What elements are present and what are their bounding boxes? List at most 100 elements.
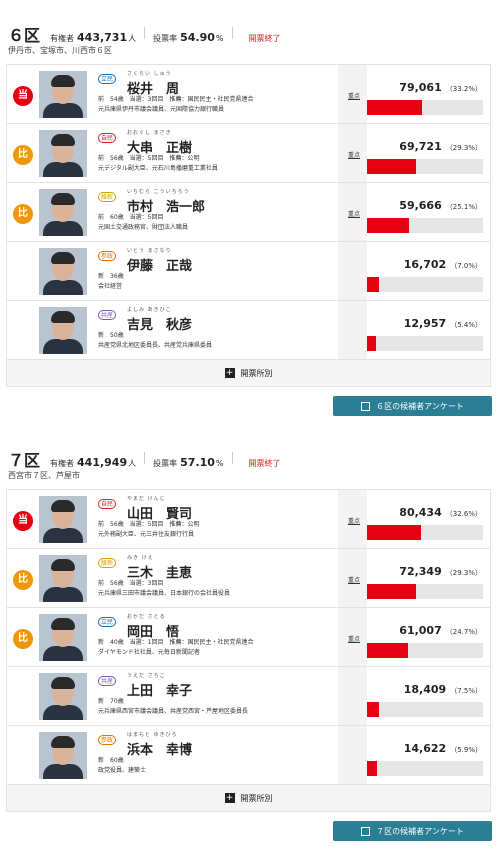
photo-hair [51, 677, 75, 689]
vote-count: 61,007 [399, 624, 442, 637]
document-icon [361, 401, 371, 411]
vote-bar [367, 100, 483, 115]
vote-percentage: （7.5%） [450, 687, 482, 695]
candidate-photo [39, 496, 87, 543]
detail-link[interactable]: 重点 [348, 634, 360, 643]
candidate-furigana: おかだ さとる [127, 614, 166, 620]
district-header: ７区 有権者 441,949 人 投票率 57.10% 開票終了 [0, 447, 499, 470]
vote-bar [367, 525, 483, 540]
candidate-info-line: 元兵庫県三田市議会議員、日本銀行の会社員役員 [98, 590, 231, 597]
candidate-row: 共産 うえだ さちこ 上田 幸子新 70歳 元兵庫県西宮市議会議員、共産党西宮・芦屋地… [7, 667, 490, 726]
party-badge: 共産 [98, 310, 116, 320]
vote-percentage: （29.3%） [445, 144, 482, 152]
tally-by-station-button[interactable]: + 開票所別 [7, 785, 490, 811]
district-section: ７区 有権者 441,949 人 投票率 57.10% 開票終了 西宮市７区、芦屋市当 自民 やま… [0, 447, 499, 841]
district-name: ７区 [8, 451, 41, 470]
photo-body [43, 103, 83, 118]
candidate-info-line: 共産党県北地区委員長、共産党兵庫県委員 [98, 342, 213, 349]
candidate-info: 新 50歳 共産党県北地区委員長、共産党兵庫県委員 [98, 331, 212, 351]
photo-body [43, 705, 83, 720]
party-badge: 立民 [98, 74, 116, 84]
candidate-row: 参政 いとう まさなり 伊藤 正哉新 36歳 会社経営 16,702 （7.0%） [7, 242, 490, 301]
candidate-info: 新 70歳元兵庫県西宮市議会議員、共産党西宮・芦屋地区委員長 [98, 697, 248, 717]
district-header: ６区 有権者 443,731 人 投票率 54.90% 開票終了 [0, 22, 499, 45]
district-areas: 伊丹市、宝塚市、川西市６区 [8, 46, 112, 55]
candidate-survey-button[interactable]: ６区の候補者アンケート [333, 396, 492, 416]
vote-bar-fill [367, 584, 416, 599]
candidate-row: 比維新 みき けえ 三木 圭恵前 56歳 当選：3回目 元兵庫県三田市議会議員、日本銀… [7, 549, 490, 608]
detail-link[interactable]: 重点 [348, 209, 360, 218]
candidate-furigana: おおぐし まさき [127, 130, 172, 136]
tally-label: 開票所別 [240, 793, 273, 803]
candidate-table: 当自民 やまだ けんじ 山田 賢司前 56歳 当選：5回目 推薦：公明 元外務副大臣、… [6, 489, 491, 812]
divider [231, 27, 233, 39]
photo-body [43, 528, 83, 543]
photo-body [43, 646, 83, 661]
vote-percentage: （29.3%） [445, 569, 482, 577]
detail-link[interactable]: 重点 [348, 516, 360, 525]
candidate-row: 参政 はまもと ゆきひろ 浜本 幸博新 60歳 政党役員、建築士 14,622 （5.9%… [7, 726, 490, 785]
photo-hair [51, 75, 75, 87]
candidate-row: 当自民 やまだ けんじ 山田 賢司前 56歳 当選：5回目 推薦：公明 元外務副大臣、… [7, 490, 490, 549]
vote-result: 14,622 （5.9%） [404, 737, 482, 756]
photo-hair [51, 311, 75, 323]
tally-by-station-button[interactable]: + 開票所別 [7, 360, 490, 386]
vote-count: 69,721 [399, 140, 442, 153]
candidate-furigana: いとう まさなり [127, 248, 172, 254]
vote-result: 69,721 （29.3%） [399, 135, 482, 154]
turnout-value: 54.90 [180, 31, 215, 44]
photo-hair [51, 559, 75, 571]
candidate-info: 新 40歳 当選：1回目 推薦：国民民主・社民党県連合 ダイヤモンド社社員、元毎日… [98, 638, 253, 658]
detail-link[interactable]: 重点 [348, 150, 360, 159]
voters-count: 441,949 [77, 456, 128, 469]
photo-hair [51, 736, 75, 748]
candidate-info-line: 元外務副大臣、元三井住友銀行行員 [98, 531, 195, 538]
detail-link[interactable]: 重点 [348, 575, 360, 584]
candidate-info-line: 元国土交通政務官、財団法人職員 [98, 224, 189, 231]
vote-count: 14,622 [403, 742, 447, 755]
candidate-info-line: 新 36歳 [98, 273, 124, 280]
candidate-info: 新 36歳 会社経営 [98, 272, 124, 292]
candidate-row: 比自民 おおぐし まさき 大串 正樹前 56歳 当選：5回目 推薦：公明 元デジタル副… [7, 124, 490, 183]
candidate-photo [39, 732, 87, 779]
photo-hair [51, 500, 75, 512]
candidate-survey-button[interactable]: ７区の候補者アンケート [333, 821, 492, 841]
candidate-photo [39, 307, 87, 354]
detail-column [338, 301, 367, 359]
voters-count: 443,731 [77, 31, 128, 44]
candidate-info-line: 元兵庫県伊丹市議会議員、元国際協力銀行職員 [98, 106, 225, 113]
candidate-info-line: 元兵庫県西宮市議会議員、共産党西宮・芦屋地区委員長 [98, 708, 249, 715]
candidate-info-line: 新 60歳 [98, 757, 124, 764]
vote-result: 80,434 （32.6%） [399, 501, 482, 520]
vote-bar [367, 218, 483, 233]
party-badge: 共産 [98, 676, 116, 686]
vote-percentage: （5.9%） [450, 746, 482, 754]
voters-label: 有権者 [50, 34, 75, 43]
vote-percentage: （24.7%） [445, 628, 482, 636]
vote-bar [367, 584, 483, 599]
candidate-furigana: はまもと ゆきひろ [127, 732, 178, 738]
vote-bar-fill [367, 159, 416, 174]
proportional-badge: 比 [13, 629, 33, 649]
candidate-info: 前 56歳 当選：3回目元兵庫県三田市議会議員、日本銀行の会社員役員 [98, 579, 230, 599]
proportional-badge: 比 [13, 204, 33, 224]
vote-bar-fill [367, 218, 409, 233]
candidate-info-line: 新 70歳 [98, 698, 124, 705]
turnout-unit: % [215, 34, 224, 43]
candidate-name: 伊藤 正哉 [127, 259, 193, 274]
photo-hair [51, 618, 75, 630]
candidate-info-line: 前 56歳 当選：3回目 [98, 580, 164, 587]
vote-count: 12,957 [403, 317, 447, 330]
detail-link[interactable]: 重点 [348, 91, 360, 100]
party-badge: 参政 [98, 251, 116, 261]
voters-unit: 人 [128, 459, 137, 468]
photo-body [43, 162, 83, 177]
photo-hair [51, 193, 75, 205]
candidate-photo [39, 130, 87, 177]
vote-bar [367, 643, 483, 658]
candidate-info-line: 政党役員、建築士 [98, 767, 147, 774]
vote-bar-fill [367, 525, 422, 540]
district-name: ６区 [8, 26, 41, 45]
candidate-photo [39, 248, 87, 295]
candidate-info-line: 前 56歳 当選：5回目 推薦：公明 [98, 155, 200, 162]
